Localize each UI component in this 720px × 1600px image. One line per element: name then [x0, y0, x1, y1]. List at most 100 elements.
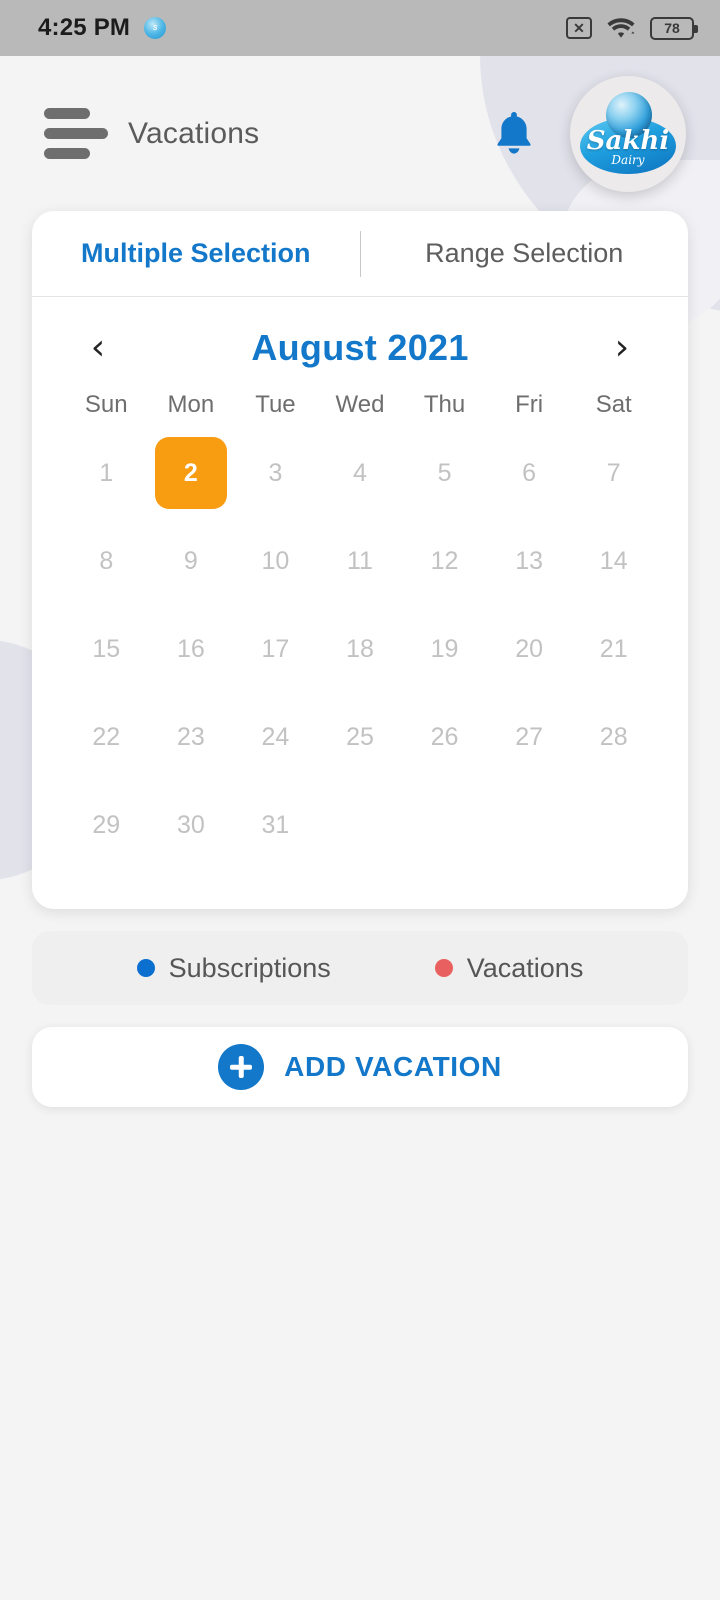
- weekday-header-row: Sun Mon Tue Wed Thu Fri Sat: [32, 391, 688, 419]
- calendar-day-8[interactable]: 8: [70, 525, 142, 597]
- calendar-day-cell: 13: [487, 517, 572, 605]
- calendar-day-cell: 16: [149, 605, 234, 693]
- calendar-days-grid: 1 2 3 4 5 6 7 8 9 10 11 12 13 14 15 16 17 18 19 20 21 22 23 24 2…: [32, 429, 688, 909]
- calendar-day-13[interactable]: 13: [493, 525, 565, 597]
- calendar-day-18[interactable]: 18: [324, 613, 396, 685]
- calendar-day-27[interactable]: 27: [493, 701, 565, 773]
- calendar-card: Multiple Selection Range Selection ‹ Aug…: [32, 211, 688, 909]
- plus-icon: [218, 1044, 265, 1090]
- legend-label: Vacations: [466, 952, 584, 983]
- calendar-day-cell: 3: [233, 429, 318, 517]
- calendar-day-19[interactable]: 19: [409, 613, 481, 685]
- calendar-day-10[interactable]: 10: [239, 525, 311, 597]
- weekday-label-tue: Tue: [255, 391, 296, 418]
- calendar-day-22[interactable]: 22: [70, 701, 142, 773]
- status-time: 4:25 PM: [38, 14, 131, 41]
- calendar-day-11[interactable]: 11: [324, 525, 396, 597]
- battery-level: 78: [664, 20, 680, 36]
- add-vacation-button[interactable]: ADD VACATION: [32, 1027, 688, 1107]
- calendar-day-cell: 19: [402, 605, 487, 693]
- calendar-day-cell: 11: [318, 517, 403, 605]
- calendar-day-14[interactable]: 14: [578, 525, 650, 597]
- weekday-label-wed: Wed: [335, 391, 385, 418]
- calendar-day-26[interactable]: 26: [409, 701, 481, 773]
- calendar-day-cell: 14: [571, 517, 656, 605]
- next-month-chevron-icon[interactable]: ›: [604, 330, 640, 366]
- calendar-day-cell: 25: [318, 693, 403, 781]
- calendar-day-9[interactable]: 9: [155, 525, 227, 597]
- add-vacation-label: ADD VACATION: [284, 1051, 502, 1082]
- legend-label: Subscriptions: [168, 952, 331, 983]
- calendar-day-cell: 24: [233, 693, 318, 781]
- calendar-day-21[interactable]: 21: [578, 613, 650, 685]
- page-title: Vacations: [128, 116, 260, 150]
- notification-bell-icon[interactable]: [492, 110, 536, 158]
- calendar-day-cell: 28: [571, 693, 656, 781]
- legend-item-subscriptions: Subscriptions: [136, 952, 331, 983]
- sakhi-app-icon: S: [144, 17, 167, 39]
- calendar-day-cell: 29: [64, 781, 149, 869]
- weekday-label-mon: Mon: [167, 391, 215, 418]
- calendar-day-cell: 23: [149, 693, 234, 781]
- calendar-day-20[interactable]: 20: [493, 613, 565, 685]
- legend-dot-icon: [136, 959, 155, 977]
- calendar-day-7[interactable]: 7: [578, 437, 650, 509]
- hamburger-menu-icon[interactable]: [44, 108, 108, 159]
- hamburger-bar: [44, 108, 90, 119]
- calendar-day-30[interactable]: 30: [155, 789, 227, 861]
- weekday-label-sun: Sun: [84, 391, 128, 418]
- calendar-day-cell: 27: [487, 693, 572, 781]
- calendar-day-4[interactable]: 4: [324, 437, 396, 509]
- app-header: Vacations Sakhi Dairy: [0, 56, 720, 211]
- calendar-day-cell: 9: [149, 517, 234, 605]
- calendar-day-31[interactable]: 31: [239, 789, 311, 861]
- battery-icon: 78: [650, 16, 698, 40]
- calendar-day-1[interactable]: 1: [70, 437, 142, 509]
- calendar-day-3[interactable]: 3: [239, 437, 311, 509]
- calendar-day-16[interactable]: 16: [155, 613, 227, 685]
- calendar-day-cell: 5: [402, 429, 487, 517]
- calendar-day-2[interactable]: 2: [154, 437, 227, 509]
- calendar-day-12[interactable]: 12: [409, 525, 481, 597]
- wifi-icon: [606, 16, 636, 40]
- weekday-label-fri: Fri: [515, 391, 544, 418]
- legend-item-vacations: Vacations: [434, 952, 584, 983]
- calendar-day-cell: 2: [149, 429, 234, 517]
- calendar-day-17[interactable]: 17: [239, 613, 311, 685]
- calendar-day-cell: 6: [487, 429, 572, 517]
- avatar[interactable]: Sakhi Dairy: [570, 75, 686, 192]
- calendar-day-25[interactable]: 25: [324, 701, 396, 773]
- calendar-day-cell: 18: [318, 605, 403, 693]
- calendar-day-cell: 7: [571, 429, 656, 517]
- calendar-day-cell: 21: [571, 605, 656, 693]
- status-bar: 4:25 PM S ✕ 78: [0, 0, 720, 56]
- calendar-day-cell: 8: [64, 517, 149, 605]
- calendar-day-6[interactable]: 6: [493, 437, 565, 509]
- current-month-label: August 2021: [251, 327, 469, 368]
- calendar-day-23[interactable]: 23: [155, 701, 227, 773]
- weekday-label-thu: Thu: [423, 391, 466, 418]
- calendar-day-cell: 15: [64, 605, 149, 693]
- month-navigation-bar: ‹ August 2021 ›: [32, 297, 688, 391]
- calendar-day-5[interactable]: 5: [409, 437, 481, 509]
- calendar-day-cell: 30: [149, 781, 234, 869]
- tab-multiple-selection[interactable]: Multiple Selection: [32, 240, 360, 267]
- status-bar-left: 4:25 PM S: [38, 14, 167, 42]
- calendar-day-15[interactable]: 15: [70, 613, 142, 685]
- selection-mode-tabs: Multiple Selection Range Selection: [32, 211, 688, 297]
- calendar-day-28[interactable]: 28: [578, 701, 650, 773]
- calendar-day-cell: 17: [233, 605, 318, 693]
- no-sim-icon: ✕: [566, 17, 592, 39]
- previous-month-chevron-icon[interactable]: ‹: [80, 330, 116, 366]
- calendar-legend: Subscriptions Vacations: [32, 931, 688, 1005]
- calendar-day-cell: 20: [487, 605, 572, 693]
- weekday-label-sat: Sat: [595, 391, 632, 418]
- calendar-day-cell: 22: [64, 693, 149, 781]
- calendar-day-29[interactable]: 29: [70, 789, 142, 861]
- calendar-day-cell: 31: [233, 781, 318, 869]
- logo-brand-name: Sakhi: [586, 125, 670, 156]
- tab-range-selection[interactable]: Range Selection: [361, 240, 689, 267]
- calendar-day-cell: 12: [402, 517, 487, 605]
- status-bar-right: ✕ 78: [566, 16, 698, 40]
- calendar-day-24[interactable]: 24: [239, 701, 311, 773]
